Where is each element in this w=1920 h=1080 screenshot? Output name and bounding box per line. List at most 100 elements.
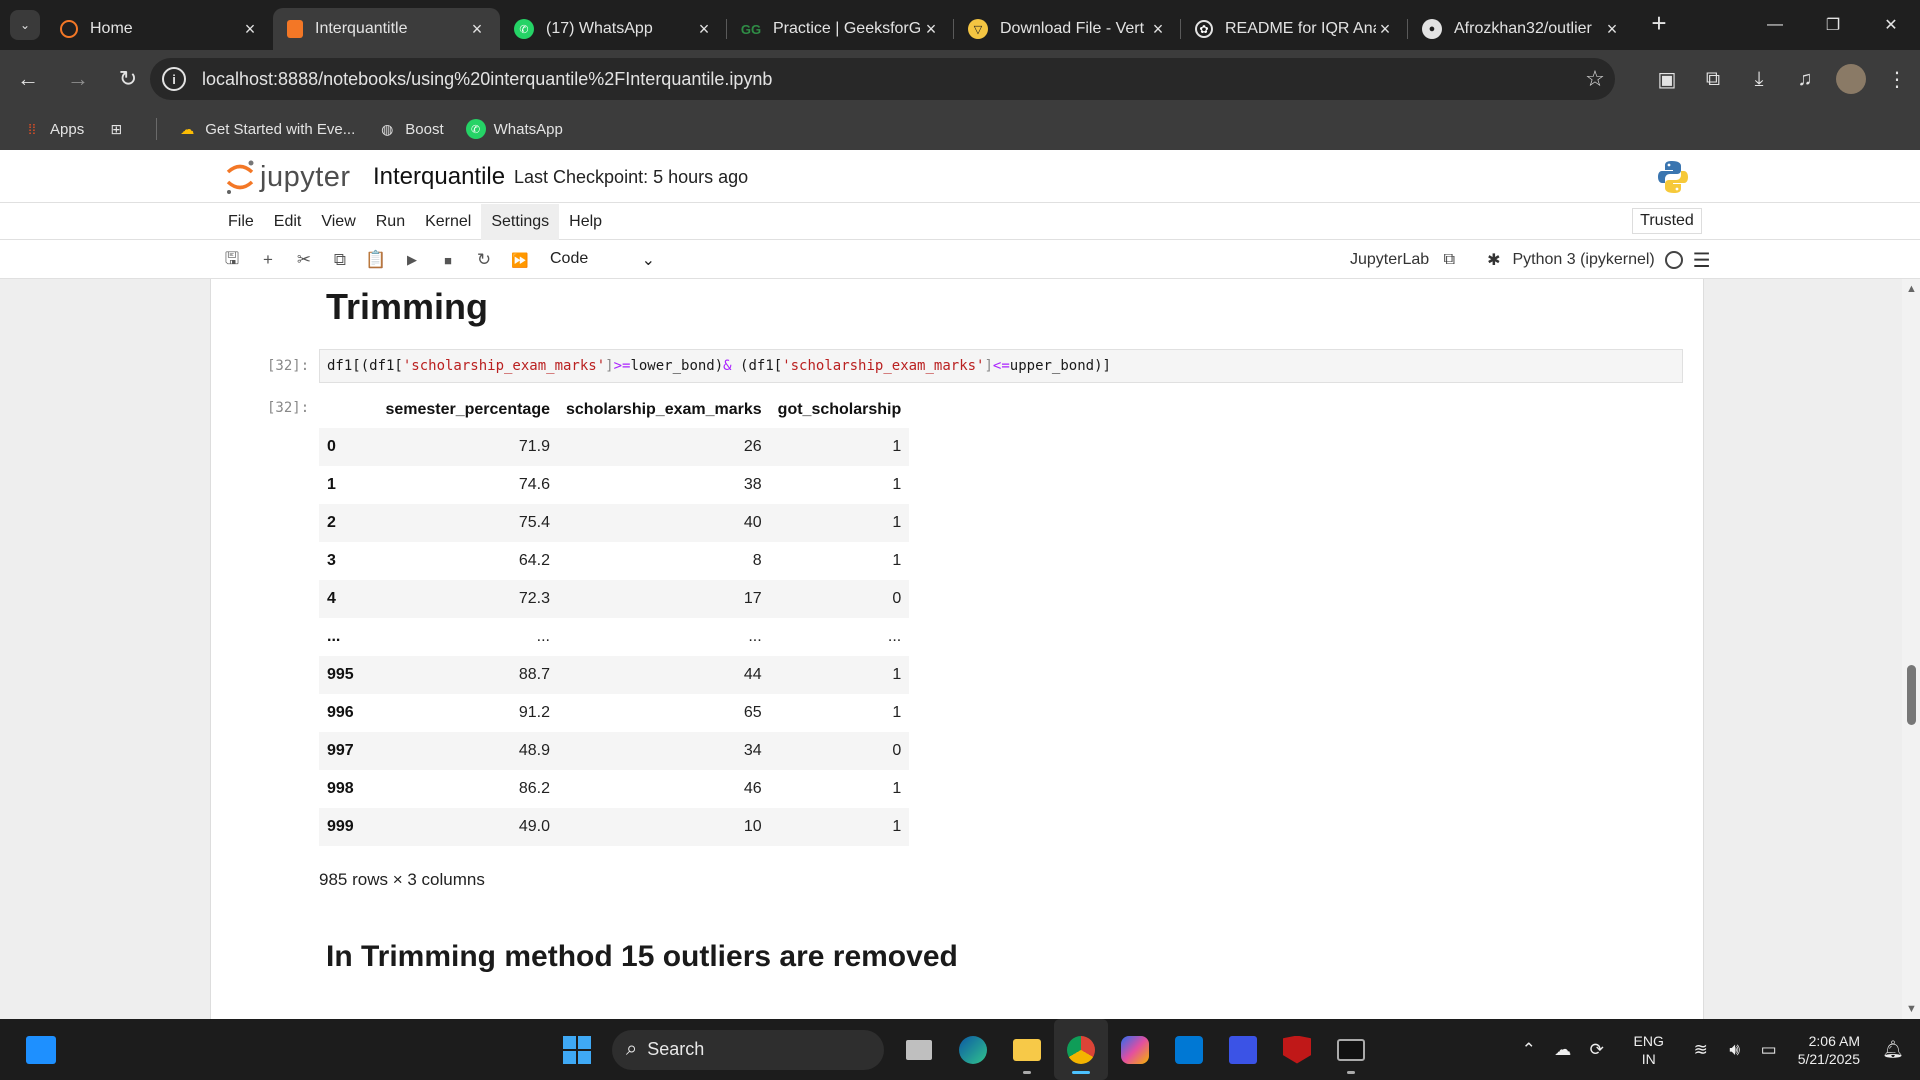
menu-kernel[interactable]: Kernel (415, 204, 481, 240)
paste-icon[interactable]: 📋 (358, 241, 394, 279)
notebook-title[interactable]: Interquantile (373, 163, 505, 191)
wifi-icon[interactable]: ≋ (1684, 1040, 1718, 1060)
scroll-up-arrow-icon[interactable]: ▲ (1906, 283, 1917, 295)
widgets-icon[interactable] (26, 1036, 56, 1064)
bookmark-whatsapp[interactable]: ✆ WhatsApp (465, 119, 563, 139)
notification-bell-icon[interactable]: 🔔︎ (1876, 1040, 1910, 1060)
row-index: 4 (327, 590, 336, 607)
menu-help[interactable]: Help (559, 204, 612, 240)
close-icon[interactable]: × (1376, 19, 1394, 40)
cell-type-select[interactable]: Code ⌄ (550, 250, 655, 272)
input-language[interactable]: ENG IN (1624, 1032, 1674, 1068)
browser-tab-home[interactable]: Home × (46, 8, 273, 50)
stop-icon[interactable]: ■ (430, 241, 466, 279)
volume-icon[interactable]: 🔊︎ (1718, 1040, 1752, 1060)
jupyter-logo[interactable]: jupyter (224, 158, 351, 196)
row-index: 1 (327, 476, 336, 493)
back-arrow-icon[interactable]: ← (6, 57, 50, 101)
close-window-icon[interactable]: ✕ (1862, 0, 1920, 50)
code-string: 'scholarship_exam_marks' (782, 358, 985, 374)
jupyter-header: jupyter Interquantile Last Checkpoint: 5… (0, 150, 1920, 203)
kernel-name[interactable]: Python 3 (ipykernel) (1512, 251, 1654, 269)
vscode-icon[interactable] (1216, 1019, 1270, 1080)
table-cell: 1 (892, 780, 902, 797)
notebook-scrollbar[interactable]: ▲ ▼ (1902, 279, 1920, 1019)
microsoft-store-icon[interactable] (1162, 1019, 1216, 1080)
copy-icon[interactable]: ⧉ (322, 241, 358, 279)
bookmark-star-icon[interactable]: ☆ (1575, 66, 1615, 92)
browser-tab-github[interactable]: ● Afrozkhan32/outlier × (1408, 8, 1635, 50)
run-icon[interactable]: ▶ (394, 241, 430, 279)
table-row: 997 48.9 34 0 (319, 732, 910, 770)
tab-search-button[interactable]: ⌄ (10, 10, 40, 40)
menu-edit[interactable]: Edit (264, 204, 312, 240)
code-operator: >= (613, 358, 631, 374)
edge-icon[interactable] (946, 1019, 1000, 1080)
add-cell-icon[interactable]: + (250, 241, 286, 279)
close-icon[interactable]: × (468, 19, 486, 40)
battery-icon[interactable]: ▭ (1752, 1040, 1786, 1060)
copilot-icon[interactable] (1108, 1019, 1162, 1080)
close-icon[interactable]: × (241, 19, 259, 40)
menu-file[interactable]: File (218, 204, 264, 240)
close-icon[interactable]: × (1149, 19, 1167, 40)
chevron-up-icon[interactable]: ⌃ (1512, 1040, 1546, 1060)
taskbar-search[interactable]: ⌕ Search (612, 1029, 884, 1070)
table-header-row: semester_percentage scholarship_exam_mar… (319, 392, 909, 428)
row-index: ... (327, 628, 341, 645)
bookmark-get-started[interactable]: ☁ Get Started with Eve... (177, 119, 355, 139)
sync-icon[interactable]: ⟳ (1580, 1040, 1614, 1060)
restart-icon[interactable]: ↻ (466, 241, 502, 279)
new-tab-button[interactable]: + (1641, 5, 1677, 41)
restore-icon[interactable]: ❐ (1804, 0, 1862, 50)
close-icon[interactable]: × (1603, 19, 1621, 40)
hamburger-menu-icon[interactable]: ☰ (1693, 248, 1711, 273)
profile-avatar[interactable] (1836, 64, 1866, 94)
site-info-icon[interactable]: i (162, 67, 186, 91)
debugger-bug-icon[interactable]: ✱ (1487, 250, 1500, 270)
minimize-icon[interactable]: — (1746, 0, 1804, 50)
cut-icon[interactable]: ✂ (286, 241, 322, 279)
bookmark-apps[interactable]: ⁞⁞ Apps (22, 119, 84, 139)
browser-tab-download[interactable]: ▽ Download File - Vert × (954, 8, 1181, 50)
forward-arrow-icon[interactable]: → (56, 57, 100, 101)
bookmark-boost[interactable]: ◍ Boost (377, 119, 443, 139)
scrollbar-thumb[interactable] (1907, 665, 1916, 725)
reload-icon[interactable]: ↻ (106, 57, 150, 101)
task-view-icon[interactable] (892, 1019, 946, 1080)
media-control-icon[interactable]: ♫ (1782, 59, 1828, 99)
restart-run-all-icon[interactable]: ⏩ (502, 241, 538, 279)
menu-view[interactable]: View (311, 204, 365, 240)
download-icon[interactable]: ⤓ (1736, 59, 1782, 99)
trusted-indicator[interactable]: Trusted (1632, 208, 1702, 234)
terminal-icon[interactable] (1324, 1019, 1378, 1080)
browser-tab-whatsapp[interactable]: ✆ (17) WhatsApp × (500, 8, 727, 50)
onedrive-cloud-icon[interactable]: ☁ (1546, 1040, 1580, 1060)
menu-run[interactable]: Run (366, 204, 415, 240)
file-explorer-icon[interactable] (1000, 1019, 1054, 1080)
notebook-toolbar: 🖫 + ✂ ⧉ 📋 ▶ ■ ↻ ⏩ Code ⌄ JupyterLab ⧉ ✱ … (0, 241, 1920, 279)
chrome-icon[interactable] (1054, 1019, 1108, 1080)
menu-settings[interactable]: Settings (481, 204, 560, 240)
browser-tab-readme[interactable]: ✿ README for IQR Ana × (1181, 8, 1408, 50)
save-icon[interactable]: 🖫 (214, 241, 250, 279)
more-menu-icon[interactable]: ⋮ (1874, 59, 1920, 99)
close-icon[interactable]: × (922, 19, 940, 40)
jupyterlab-link[interactable]: JupyterLab ⧉ (1350, 251, 1465, 269)
address-bar[interactable]: i localhost:8888/notebooks/using%20inter… (150, 58, 1615, 100)
mcafee-icon[interactable] (1270, 1019, 1324, 1080)
table-cell: 10 (743, 818, 762, 835)
code-cell-input[interactable]: df1[(df1['scholarship_exam_marks']>=lowe… (319, 349, 1683, 383)
extension-square-icon[interactable]: ▣ (1644, 59, 1690, 99)
bookmark-tab-groups[interactable]: ⊞ (106, 119, 134, 139)
browser-tab-interquantitle[interactable]: Interquantitle × (273, 8, 500, 50)
scroll-down-arrow-icon[interactable]: ▼ (1906, 1003, 1917, 1015)
globe-icon: ◍ (381, 120, 394, 137)
url-text[interactable]: localhost:8888/notebooks/using%20interqu… (202, 69, 1575, 90)
start-windows-icon[interactable] (550, 1019, 604, 1080)
close-icon[interactable]: × (695, 19, 713, 40)
table-cell: 1 (892, 514, 902, 531)
system-clock[interactable]: 2:06 AM 5/21/2025 (1798, 1032, 1860, 1068)
browser-tab-geeksforgeeks[interactable]: GG Practice | GeeksforGe × (727, 8, 954, 50)
extensions-puzzle-icon[interactable]: ⧉ (1690, 59, 1736, 99)
